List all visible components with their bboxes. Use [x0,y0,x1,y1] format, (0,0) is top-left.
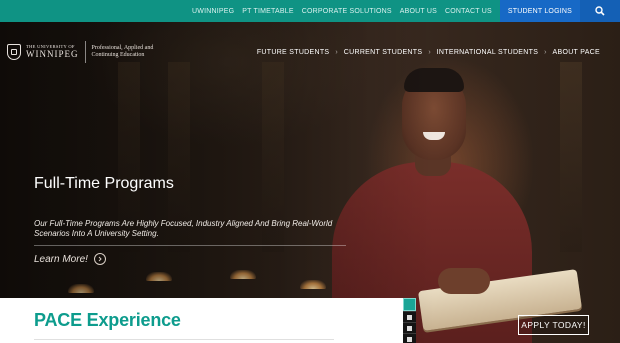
pace-experience-divider [34,339,334,340]
social-link-icon[interactable] [403,311,416,322]
social-link-icon[interactable] [403,322,416,333]
hero-title: Full-Time Programs [34,175,174,192]
nav-item-international-students[interactable]: INTERNATIONAL STUDENTS [437,49,539,56]
social-link-icon[interactable] [403,333,416,343]
logo-divider [84,41,86,63]
hero-divider [34,245,346,246]
site-logo[interactable]: THE UNIVERSITY OF WINNIPEG Professional,… [7,41,153,63]
university-wordmark: THE UNIVERSITY OF WINNIPEG [26,45,79,59]
pace-wordmark: Professional, Applied and Continuing Edu… [92,45,154,60]
nav-separator: › [544,49,547,56]
nav-separator: › [335,49,338,56]
apply-today-button[interactable]: APPLY TODAY! [518,315,589,335]
pace-experience-title: PACE Experience [34,310,181,330]
utility-bar: UWINNIPEG PT TIMETABLE CORPORATE SOLUTIO… [0,0,620,22]
student-logins-button[interactable]: STUDENT LOGINS [499,0,580,22]
social-strip [403,298,416,343]
social-icon [407,325,412,331]
nav-item-current-students[interactable]: CURRENT STUDENTS [344,49,423,56]
crest-icon [7,44,21,60]
utility-link-corporate-solutions[interactable]: CORPORATE SOLUTIONS [298,8,396,15]
utility-link-uwinnipeg[interactable]: UWINNIPEG [188,8,238,15]
chevron-right-circle-icon [93,253,106,265]
search-icon [595,6,605,16]
utility-link-contact-us[interactable]: CONTACT US [441,8,496,15]
search-button[interactable] [580,0,620,22]
social-icon [407,336,412,342]
pace-wordmark-line1: Professional, Applied and [91,44,154,51]
university-wordmark-name: WINNIPEG [26,48,79,59]
pace-wordmark-line2: Continuing Education [91,52,145,58]
main-nav: FUTURE STUDENTS › CURRENT STUDENTS › INT… [257,49,600,56]
utility-links: UWINNIPEG PT TIMETABLE CORPORATE SOLUTIO… [188,0,620,22]
nav-item-future-students[interactable]: FUTURE STUDENTS [257,49,330,56]
social-icon [407,314,412,320]
social-link-active[interactable] [403,298,416,311]
utility-link-about-us[interactable]: ABOUT US [396,8,441,15]
hero-description: Our Full-Time Programs Are Highly Focuse… [34,219,333,238]
nav-separator: › [428,49,431,56]
learn-more-link[interactable]: Learn More! [34,253,106,265]
learn-more-label: Learn More! [34,253,88,265]
page: UWINNIPEG PT TIMETABLE CORPORATE SOLUTIO… [0,0,620,343]
utility-link-pt-timetable[interactable]: PT TIMETABLE [238,8,297,15]
pace-experience-panel: PACE Experience [0,298,403,343]
nav-item-about-pace[interactable]: ABOUT PACE [553,49,600,56]
